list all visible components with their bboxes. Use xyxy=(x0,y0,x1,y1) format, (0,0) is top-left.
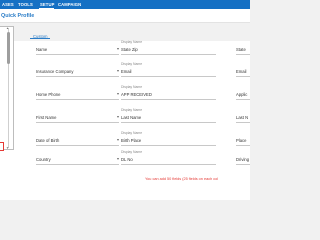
field-value: Email xyxy=(236,69,247,74)
page-title: Quick Profile xyxy=(1,13,35,19)
field-value: Last N xyxy=(236,115,249,120)
field-value: Driving xyxy=(236,157,250,162)
display-name-input[interactable]: Display Name APP RECEIVED xyxy=(121,85,216,100)
menu-cases[interactable]: ASES xyxy=(2,0,14,9)
field-select[interactable]: Country xyxy=(36,155,119,165)
scroll-up-icon[interactable]: ▲ xyxy=(6,26,9,30)
top-nav-bar xyxy=(0,0,250,9)
display-name-input[interactable]: Display Name Email xyxy=(121,62,216,77)
scroll-down-icon[interactable]: ▼ xyxy=(6,146,9,150)
active-tab-indicator xyxy=(30,38,50,39)
field-value: Date of Birth xyxy=(36,138,60,143)
field-label: Display Name xyxy=(121,108,143,112)
menu-campaign[interactable]: CAMPAIGN xyxy=(58,0,81,9)
field-value: Home Phone xyxy=(36,92,61,97)
field-value: Applic xyxy=(236,92,248,97)
field-select-right[interactable]: Applic xyxy=(236,90,250,100)
field-select-right[interactable]: Email xyxy=(236,67,250,77)
field-value: First Name xyxy=(36,115,57,120)
chevron-down-icon[interactable] xyxy=(117,48,119,50)
field-label: Display Name xyxy=(121,40,143,44)
field-value: DL No xyxy=(121,157,133,162)
display-name-input[interactable]: Display Name Birth Place xyxy=(121,131,216,146)
field-select-right[interactable]: State xyxy=(236,45,250,55)
field-select-right[interactable]: Place xyxy=(236,136,250,146)
field-value: Email xyxy=(121,69,132,74)
display-name-input[interactable]: Display Name Last Name xyxy=(121,108,216,123)
field-value: Birth Place xyxy=(121,138,142,143)
field-value: State xyxy=(236,47,246,52)
chevron-down-icon[interactable] xyxy=(117,139,119,141)
highlighted-item[interactable] xyxy=(0,142,4,151)
field-select[interactable]: Name xyxy=(36,45,119,55)
field-value: State Zip xyxy=(121,47,138,52)
menu-tools[interactable]: TOOLS xyxy=(18,0,33,9)
field-value: APP RECEIVED xyxy=(121,92,152,97)
chevron-down-icon[interactable] xyxy=(117,158,119,160)
field-label: Display Name xyxy=(121,150,143,154)
field-value: Insurance Company xyxy=(36,69,74,74)
chevron-down-icon[interactable] xyxy=(117,116,119,118)
field-select[interactable]: Home Phone xyxy=(36,90,119,100)
field-select[interactable]: Insurance Company xyxy=(36,67,119,77)
field-label: Display Name xyxy=(121,131,143,135)
field-select-right[interactable]: Driving xyxy=(236,155,250,165)
chevron-down-icon[interactable] xyxy=(117,70,119,72)
field-value: Name xyxy=(36,47,48,52)
display-name-input[interactable]: Display Name DL No xyxy=(121,150,216,165)
chevron-down-icon[interactable] xyxy=(117,93,119,95)
scrollbar-thumb[interactable] xyxy=(7,32,10,64)
field-label: Display Name xyxy=(121,62,143,66)
field-value: Place xyxy=(236,138,247,143)
field-select-right[interactable]: Last N xyxy=(236,113,250,123)
title-bar xyxy=(0,9,250,23)
field-limit-note: You can add 50 fields (25 fields on each… xyxy=(145,177,219,181)
display-name-input[interactable]: Display Name State Zip xyxy=(121,40,216,55)
field-value: Country xyxy=(36,157,51,162)
field-label: Display Name xyxy=(121,85,143,89)
field-value: Last Name xyxy=(121,115,142,120)
field-select[interactable]: Date of Birth xyxy=(36,136,119,146)
field-select[interactable]: First Name xyxy=(36,113,119,123)
